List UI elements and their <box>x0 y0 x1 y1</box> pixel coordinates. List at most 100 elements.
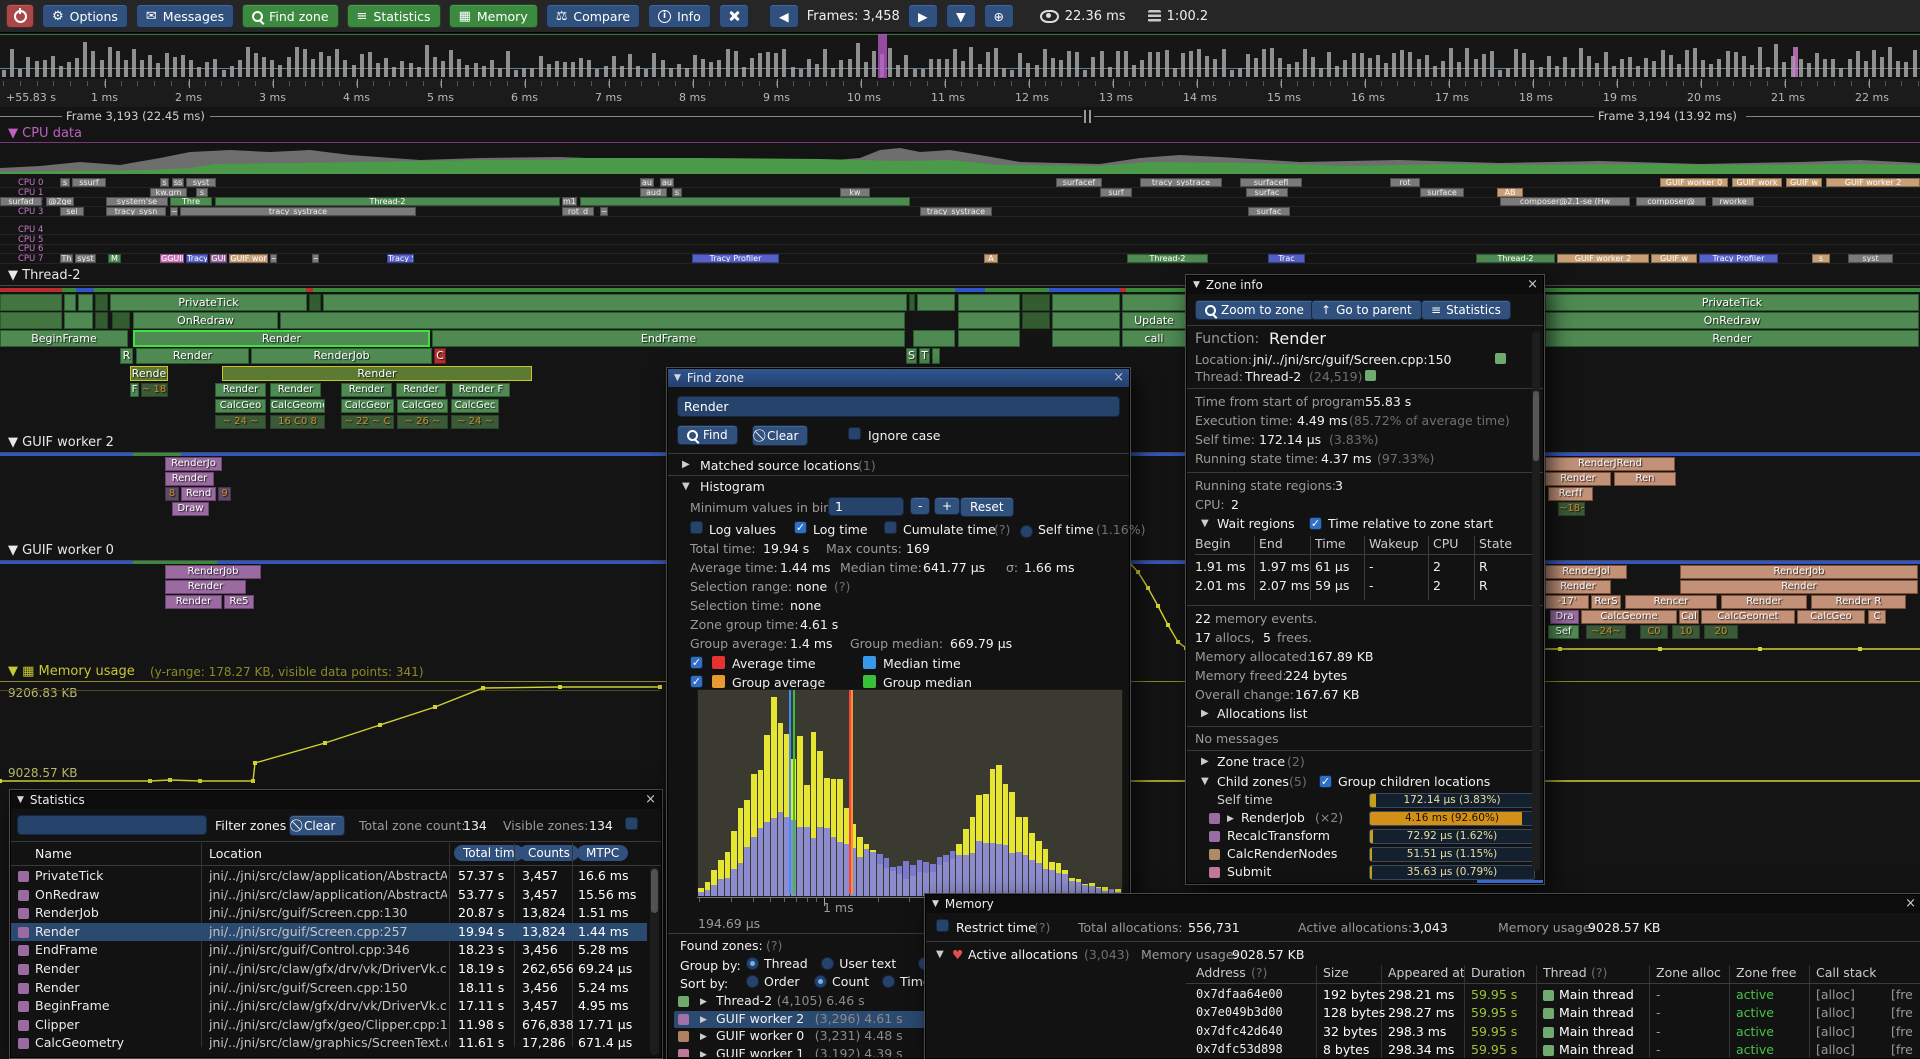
cpu-zone-chip[interactable]: GUIF work <box>1732 178 1782 187</box>
zone-chip[interactable]: Render <box>165 580 246 594</box>
cpu-zone-chip[interactable]: tracy_systrace <box>180 207 416 216</box>
ignore-case-checkbox[interactable] <box>848 427 861 440</box>
cpu-zone-chip[interactable]: Thre <box>170 197 212 206</box>
zone-chip[interactable]: CalcGeome <box>1581 610 1677 624</box>
stats-table-row[interactable]: Renderjni/../jni/src/guif/Screen.cpp:150… <box>11 979 647 998</box>
zone-chip[interactable]: 20 <box>1704 625 1738 639</box>
cpu-zone-chip[interactable]: au <box>640 178 654 187</box>
expander-icon[interactable]: ▼ <box>1201 518 1209 529</box>
stats-table-row[interactable]: PrivateTickjni/../jni/src/claw/applicati… <box>11 867 647 886</box>
cpu-zone-chip[interactable]: au <box>660 178 674 187</box>
zone-chip[interactable]: ~ 24 ~ <box>451 415 499 429</box>
group-children-checkbox[interactable]: ✓ <box>1319 775 1332 788</box>
cpu-zone-chip[interactable]: GUIF worker 0 <box>1660 178 1728 187</box>
zone-location[interactable]: jni/../jni/src/guif/Screen.cpp:150 <box>1253 352 1451 367</box>
expander-icon[interactable]: ▼ <box>1201 776 1209 787</box>
zone-chip[interactable]: call <box>1122 330 1186 347</box>
close-icon[interactable]: × <box>645 792 656 807</box>
prev-frame-button[interactable]: ◀ <box>769 4 799 28</box>
col-counts-header[interactable]: Counts <box>519 845 579 861</box>
mem-alloc-row[interactable]: 0x7dfaa64e00192 bytes298.21 ms59.95 sMai… <box>926 987 1920 1005</box>
zone-chip[interactable]: CalcGeome <box>270 399 325 413</box>
cpu-zone-chip[interactable]: GUIF worker 2 <box>1557 254 1649 263</box>
cpu-zone-chip[interactable]: ~ <box>312 254 319 263</box>
memory-usage-header[interactable]: ▼ ▦ Memory usage <box>8 664 135 679</box>
mem-callstack-free[interactable]: [fre <box>1891 987 1913 1002</box>
mem-col-header[interactable]: Zone free <box>1736 965 1796 980</box>
cpu-zone-chip[interactable]: Trac <box>1268 254 1305 263</box>
zone-chip[interactable] <box>917 294 955 311</box>
cpu-zone-chip[interactable]: syst <box>186 178 216 187</box>
zone-chip[interactable] <box>909 294 915 311</box>
cpu-zone-chip[interactable]: s <box>672 188 682 197</box>
cpu-zone-chip[interactable]: GUIF w <box>1651 254 1697 263</box>
cpu-zone-chip[interactable]: s <box>160 178 169 187</box>
stats-clear-button[interactable]: ⃠Clear <box>289 815 345 836</box>
cpu-zone-chip[interactable]: Thread-2 <box>1476 254 1555 263</box>
cpu-data-header[interactable]: ▼ CPU data <box>8 126 82 141</box>
cpu-zone-chip[interactable]: tracy_systrace <box>1140 178 1222 187</box>
reset-button[interactable]: Reset <box>960 497 1014 517</box>
radio-user-text[interactable] <box>821 957 834 970</box>
messages-button[interactable]: ✉Messages <box>136 4 234 28</box>
mem-col-header[interactable]: Thread <box>1543 965 1587 980</box>
zone-chip[interactable]: Ren <box>1614 472 1676 486</box>
zone-chip[interactable] <box>1052 330 1120 347</box>
expander-icon[interactable]: ▶ <box>700 1032 707 1042</box>
time-relative-checkbox[interactable]: ✓ <box>1309 517 1322 530</box>
cpu-zone-chip[interactable]: GUIF wor <box>229 254 268 263</box>
zone-chip[interactable]: Render R <box>1811 595 1906 609</box>
zone-chip[interactable] <box>323 294 907 311</box>
zone-chip[interactable] <box>1022 312 1050 329</box>
allocations-list[interactable]: Allocations list <box>1217 706 1307 721</box>
zone-chip[interactable]: F <box>130 383 139 397</box>
zone-chip[interactable] <box>95 312 108 329</box>
zone-chip[interactable]: ~24~ <box>1586 625 1626 639</box>
zone-chip[interactable] <box>1052 294 1120 311</box>
radio-order[interactable] <box>746 975 759 988</box>
options-button[interactable]: ⚙Options <box>42 4 128 28</box>
cpu-zone-chip[interactable]: M <box>108 254 121 263</box>
mem-callstack-alloc[interactable]: [alloc] <box>1816 987 1855 1002</box>
zone-chip[interactable]: Render <box>1545 472 1611 486</box>
child-zone-name[interactable]: Submit <box>1227 864 1271 879</box>
zone-chip[interactable]: Render <box>136 348 249 364</box>
zone-chip[interactable]: Render F <box>452 383 510 397</box>
zone-chip[interactable]: CalcGeo <box>397 399 448 413</box>
cpu-zone-chip[interactable]: tracy_sysn <box>106 207 166 216</box>
zone-chip[interactable]: Sef <box>1548 625 1579 639</box>
legend-checkbox[interactable]: ✓ <box>690 675 703 688</box>
expander-icon[interactable]: ▶ <box>682 459 690 470</box>
zone-chip[interactable] <box>64 294 76 311</box>
zone-chip[interactable]: ~ 22 ~ C <box>341 415 394 429</box>
zone-chip[interactable]: Render <box>1680 580 1918 594</box>
cpu-zone-chip[interactable]: surfad <box>0 197 42 206</box>
zone-chip[interactable]: CalcGeomet <box>1701 610 1795 624</box>
zone-chip[interactable]: 10 <box>1672 625 1700 639</box>
zone-chip[interactable]: ~18~ <box>1558 502 1585 516</box>
collapse-icon[interactable]: ▼ <box>932 899 939 909</box>
zone-chip[interactable] <box>112 312 130 329</box>
zone-chip[interactable]: Render <box>222 366 532 381</box>
zone-chip[interactable] <box>958 330 1020 347</box>
cpu-zone-chip[interactable]: s <box>1812 254 1830 263</box>
track-header-guif-worker-2[interactable]: ▼ GUIF worker 2 <box>8 435 114 450</box>
zone-chip[interactable]: 8 <box>165 487 179 501</box>
cpu-zone-chip[interactable]: Tracy S <box>387 254 414 263</box>
expander-icon[interactable]: ▼ <box>682 481 690 492</box>
close-icon[interactable]: × <box>1527 277 1538 292</box>
stats-table-row[interactable]: BeginFramejni/../jni/src/claw/gfx/drv/vk… <box>11 997 647 1016</box>
zone-chip[interactable]: CalcGeor <box>341 399 394 413</box>
zoom-to-zone-button[interactable]: Zoom to zone <box>1195 300 1314 320</box>
radio-time[interactable] <box>882 975 895 988</box>
cpu-zone-chip[interactable]: Thread-2 <box>215 197 560 206</box>
selected-frame-bar[interactable] <box>878 34 887 78</box>
zone-chip[interactable] <box>1052 312 1120 329</box>
expander-icon[interactable]: ▶ <box>1201 708 1209 719</box>
zone-chip[interactable]: Render <box>165 595 222 609</box>
statistics-window-titlebar[interactable]: ▼ Statistics × <box>11 791 661 809</box>
zone-trace-label[interactable]: Zone trace <box>1217 754 1285 769</box>
zone-chip[interactable]: Render <box>341 383 392 397</box>
cpu-zone-chip[interactable]: s <box>60 178 70 187</box>
zone-chip[interactable]: ~ 26 ~ <box>397 415 448 429</box>
